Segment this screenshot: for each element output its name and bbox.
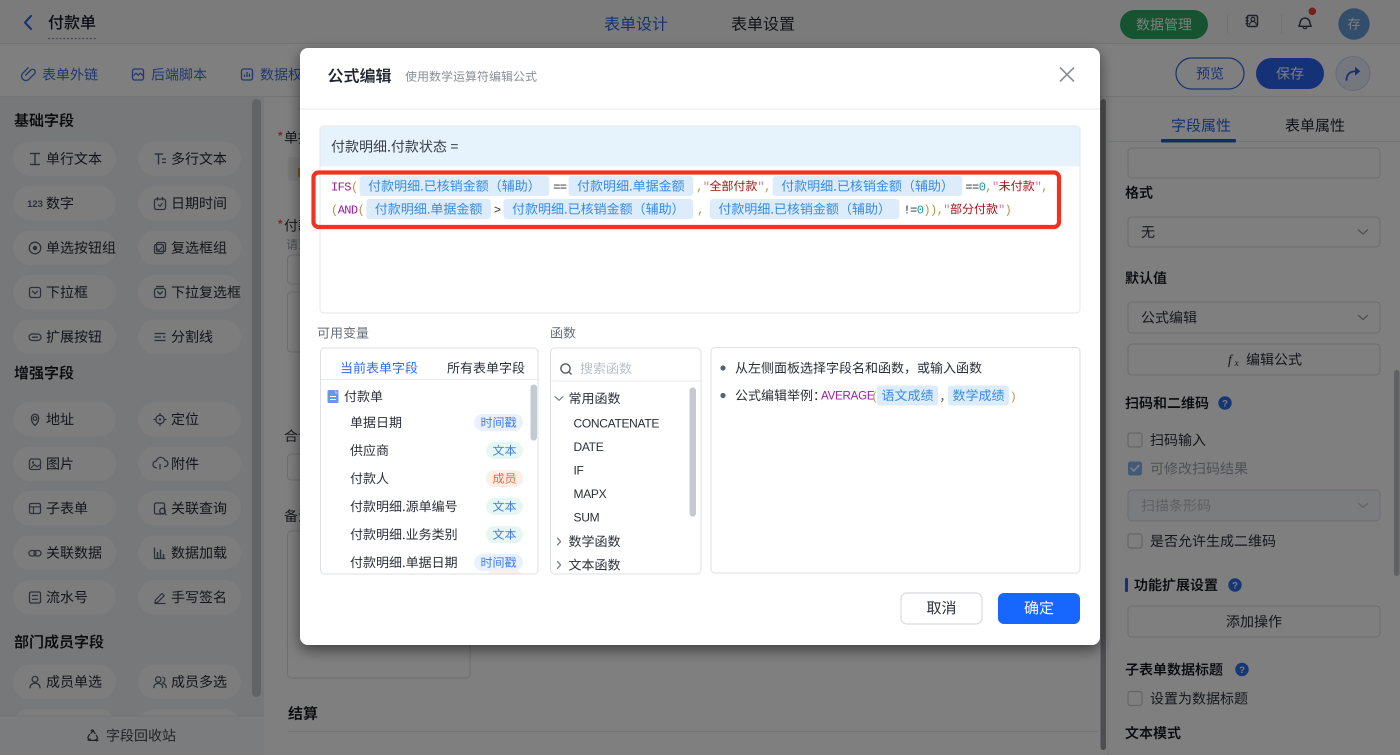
svg-text:>: > [494, 203, 501, 217]
svg-text:(: ( [331, 203, 338, 217]
svg-text:(: ( [351, 180, 358, 194]
svg-text:==: == [965, 180, 979, 194]
svg-text:DATE: DATE [574, 440, 604, 454]
svg-text:,: , [696, 180, 703, 194]
svg-text:): ) [1012, 389, 1016, 403]
svg-text:": " [943, 203, 950, 217]
svg-text:CONCATENATE: CONCATENATE [574, 416, 660, 430]
svg-text:): ) [1005, 203, 1012, 217]
svg-text:(: ( [358, 203, 365, 217]
svg-text:,: , [697, 203, 704, 217]
svg-text:": " [1035, 180, 1042, 194]
svg-text:IFS: IFS [331, 180, 351, 194]
svg-text:(: ( [873, 389, 877, 403]
svg-text:SUM: SUM [574, 511, 600, 525]
svg-text:": " [992, 180, 999, 194]
svg-text:": " [757, 180, 764, 194]
svg-text:!=: != [903, 203, 917, 217]
svg-text:)): )) [923, 203, 936, 217]
svg-text:,: , [1041, 180, 1048, 194]
svg-text:AND: AND [338, 203, 358, 217]
svg-text:,: , [985, 180, 992, 194]
svg-text:IF: IF [574, 464, 584, 478]
svg-text:==: == [553, 180, 567, 194]
svg-text:": " [703, 180, 710, 194]
svg-text:,: , [764, 180, 771, 194]
svg-text:AVERAGE: AVERAGE [821, 391, 875, 403]
svg-text:MAPX: MAPX [574, 487, 607, 501]
